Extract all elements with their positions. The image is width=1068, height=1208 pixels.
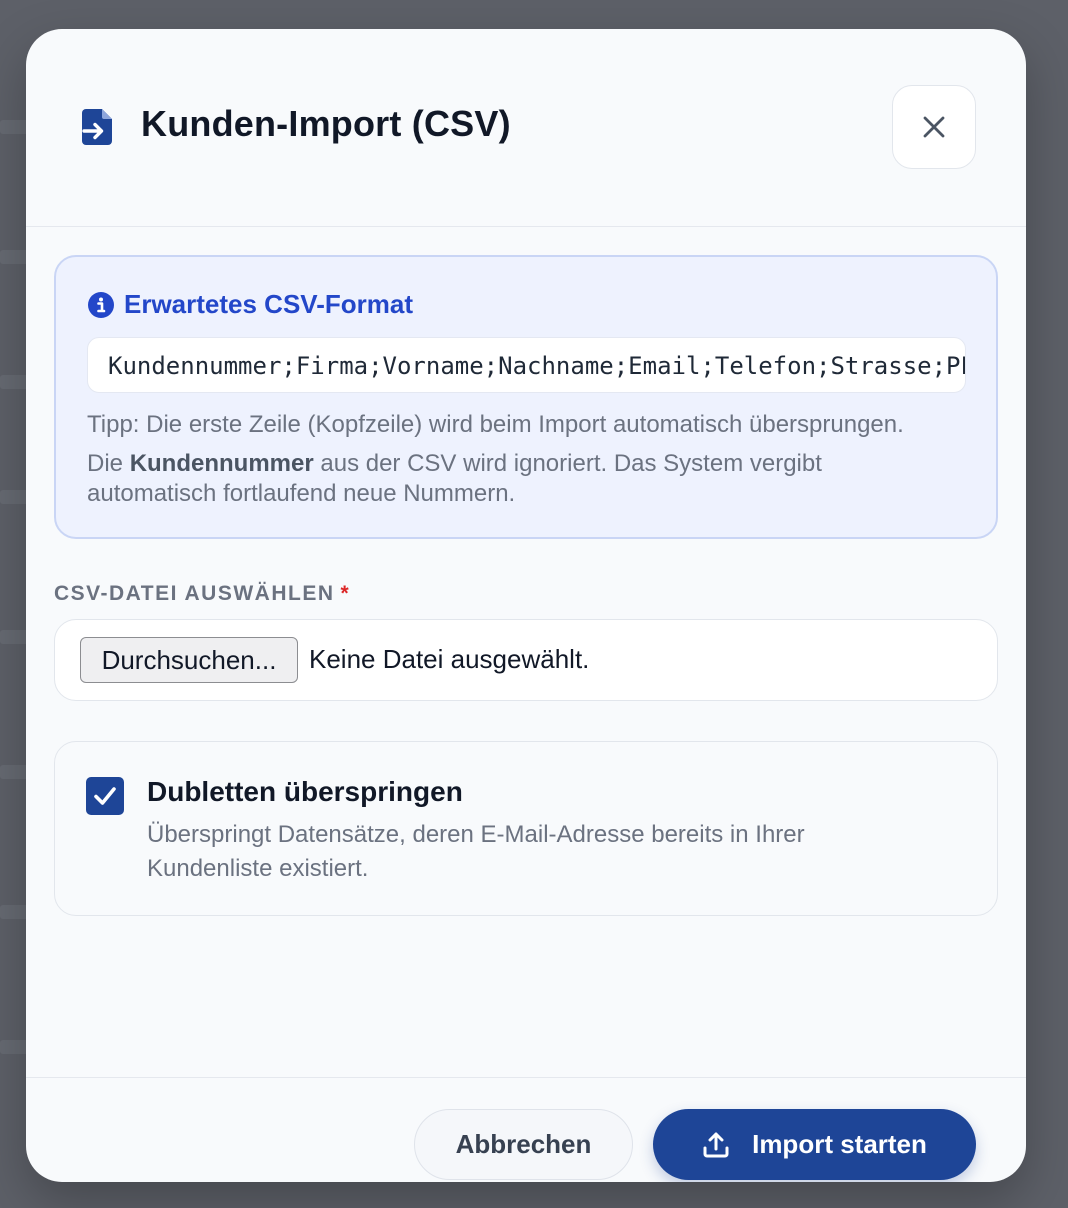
csv-file-input[interactable]: Durchsuchen... Keine Datei ausgewählt. [54, 619, 998, 701]
import-dialog: Kunden-Import (CSV) Erwartetes CSV-Forma… [26, 29, 1026, 1182]
skip-duplicates-option[interactable]: Dubletten überspringen Überspringt Daten… [54, 741, 998, 916]
tip-text: Tipp: Die erste Zeile (Kopfzeile) wird b… [87, 411, 904, 438]
close-icon [923, 116, 945, 138]
dialog-footer: Abbrechen Import starten [26, 1077, 1026, 1182]
checkmark-icon [94, 787, 116, 805]
note-prefix: Die [87, 450, 130, 477]
info-icon [88, 291, 114, 318]
file-status-text: Keine Datei ausgewählt. [309, 644, 590, 674]
close-button[interactable] [892, 85, 976, 169]
file-label-text: CSV-DATEI AUSWÄHLEN [54, 582, 335, 605]
dialog-header: Kunden-Import (CSV) [26, 29, 1026, 227]
skip-duplicates-description: Überspringt Datensätze, deren E-Mail-Adr… [147, 821, 805, 882]
info-title: Erwartetes CSV-Format [88, 289, 413, 320]
start-import-button[interactable]: Import starten [653, 1109, 976, 1180]
csv-format-info: Erwartetes CSV-Format Kundennummer;Firma… [54, 255, 998, 539]
skip-duplicates-checkbox[interactable] [86, 777, 124, 815]
required-marker: * [340, 582, 351, 605]
cancel-button[interactable]: Abbrechen [414, 1109, 633, 1180]
dialog-title: Kunden-Import (CSV) [141, 103, 511, 144]
note-bold: Kundennummer [129, 450, 314, 477]
browse-button[interactable]: Durchsuchen... [80, 637, 298, 683]
upload-icon [703, 1132, 729, 1157]
file-import-icon [82, 109, 112, 145]
start-import-label: Import starten [752, 1129, 927, 1159]
note-text: Die Kundennummer aus der CSV wird ignori… [87, 449, 907, 509]
csv-format-example: Kundennummer;Firma;Vorname;Nachname;Emai… [87, 337, 966, 393]
info-title-text: Erwartetes CSV-Format [124, 289, 413, 319]
skip-duplicates-title[interactable]: Dubletten überspringen [147, 776, 463, 808]
file-field-label: CSV-DATEI AUSWÄHLEN * [54, 582, 350, 606]
